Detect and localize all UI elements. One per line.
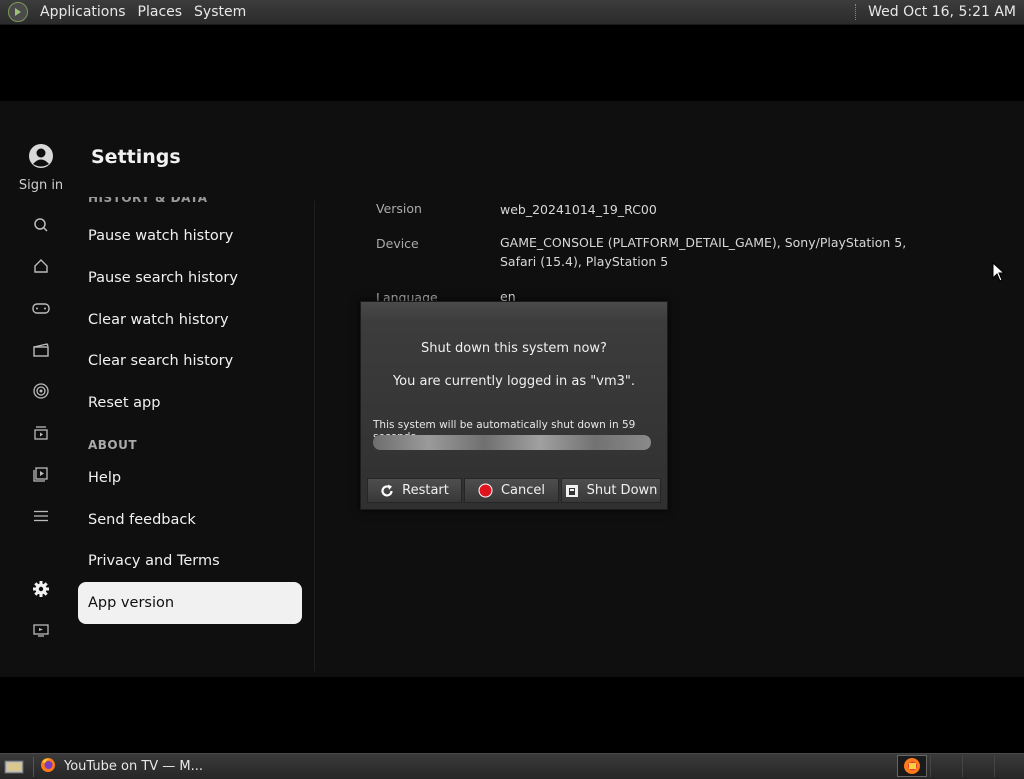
shutdown-progress-bar xyxy=(373,435,651,450)
workspace-2[interactable] xyxy=(930,755,961,777)
shut-down-icon xyxy=(565,484,579,498)
workspace-4[interactable] xyxy=(994,755,1024,777)
restart-button[interactable]: Restart xyxy=(367,478,462,503)
firefox-icon xyxy=(40,757,56,777)
account-avatar-icon[interactable] xyxy=(28,143,54,169)
menu-icon[interactable] xyxy=(22,501,60,531)
cancel-button[interactable]: Cancel xyxy=(464,478,559,503)
cancel-icon xyxy=(478,483,493,498)
info-label-device: Device xyxy=(376,236,419,251)
panel-separator xyxy=(855,4,860,20)
info-label-version: Version xyxy=(376,201,422,216)
distro-logo-icon[interactable] xyxy=(8,2,28,22)
shut-down-label: Shut Down xyxy=(586,483,658,498)
info-value-version: web_20241014_19_RC00 xyxy=(500,202,657,217)
restart-icon xyxy=(380,484,394,498)
info-value-device: GAME_CONSOLE (PLATFORM_DETAIL_GAME), Son… xyxy=(500,235,907,269)
shutdown-dialog: Shut down this system now? You are curre… xyxy=(360,301,668,510)
nav-rail: Sign in xyxy=(0,101,82,677)
dialog-button-row: Restart Cancel Shut Down xyxy=(367,478,661,503)
progress-fill xyxy=(373,435,651,450)
library-icon[interactable] xyxy=(22,459,60,489)
menu-item-clear-watch-history[interactable]: Clear watch history xyxy=(78,299,302,341)
subscriptions-icon[interactable] xyxy=(22,418,60,448)
sign-in-label[interactable]: Sign in xyxy=(0,178,82,193)
pane-divider xyxy=(314,201,315,671)
mouse-pointer-icon xyxy=(992,262,1006,282)
bottom-taskbar: YouTube on TV — M... xyxy=(0,753,1024,779)
top-panel: Applications Places System Wed Oct 16, 5… xyxy=(0,0,1024,25)
menu-item-help[interactable]: Help xyxy=(78,457,302,499)
menu-section-header-history: HISTORY & DATA xyxy=(88,197,208,205)
page-title: Settings xyxy=(91,146,181,168)
menu-item-pause-search-history[interactable]: Pause search history xyxy=(78,257,302,299)
gear-icon[interactable] xyxy=(22,574,60,604)
show-desktop-icon[interactable] xyxy=(3,758,25,776)
movies-icon[interactable] xyxy=(22,335,60,365)
menu-item-privacy-and-terms[interactable]: Privacy and Terms xyxy=(78,540,302,582)
menu-item-reset-app[interactable]: Reset app xyxy=(78,382,302,424)
menu-item-send-feedback[interactable]: Send feedback xyxy=(78,499,302,541)
cancel-label: Cancel xyxy=(500,483,546,498)
taskbar-window-button[interactable]: YouTube on TV — M... xyxy=(40,756,211,778)
system-menu[interactable]: System xyxy=(188,4,252,20)
live-icon[interactable] xyxy=(22,376,60,406)
workspace-3[interactable] xyxy=(962,755,993,777)
taskbar-window-title: YouTube on TV — M... xyxy=(64,759,204,774)
taskbar-separator xyxy=(33,756,34,777)
dialog-question: Shut down this system now? xyxy=(421,341,607,356)
dialog-logged-in-text: You are currently logged in as "vm3". xyxy=(392,374,636,389)
menu-item-app-version[interactable]: App version xyxy=(78,582,302,624)
clock[interactable]: Wed Oct 16, 5:21 AM xyxy=(868,4,1016,20)
menu-section-header-about: ABOUT xyxy=(88,438,138,452)
applications-menu[interactable]: Applications xyxy=(34,4,132,20)
settings-menu: HISTORY & DATA Pause watch history Pause… xyxy=(78,197,302,627)
menu-item-pause-watch-history[interactable]: Pause watch history xyxy=(78,215,302,257)
menu-item-clear-search-history[interactable]: Clear search history xyxy=(78,340,302,382)
cast-icon[interactable] xyxy=(22,615,60,645)
home-icon[interactable] xyxy=(22,251,60,281)
shut-down-button[interactable]: Shut Down xyxy=(561,478,661,503)
gaming-icon[interactable] xyxy=(22,293,60,323)
search-icon[interactable] xyxy=(22,210,60,240)
restart-label: Restart xyxy=(402,483,449,498)
places-menu[interactable]: Places xyxy=(132,4,189,20)
tray-firefox-icon[interactable] xyxy=(897,755,927,777)
